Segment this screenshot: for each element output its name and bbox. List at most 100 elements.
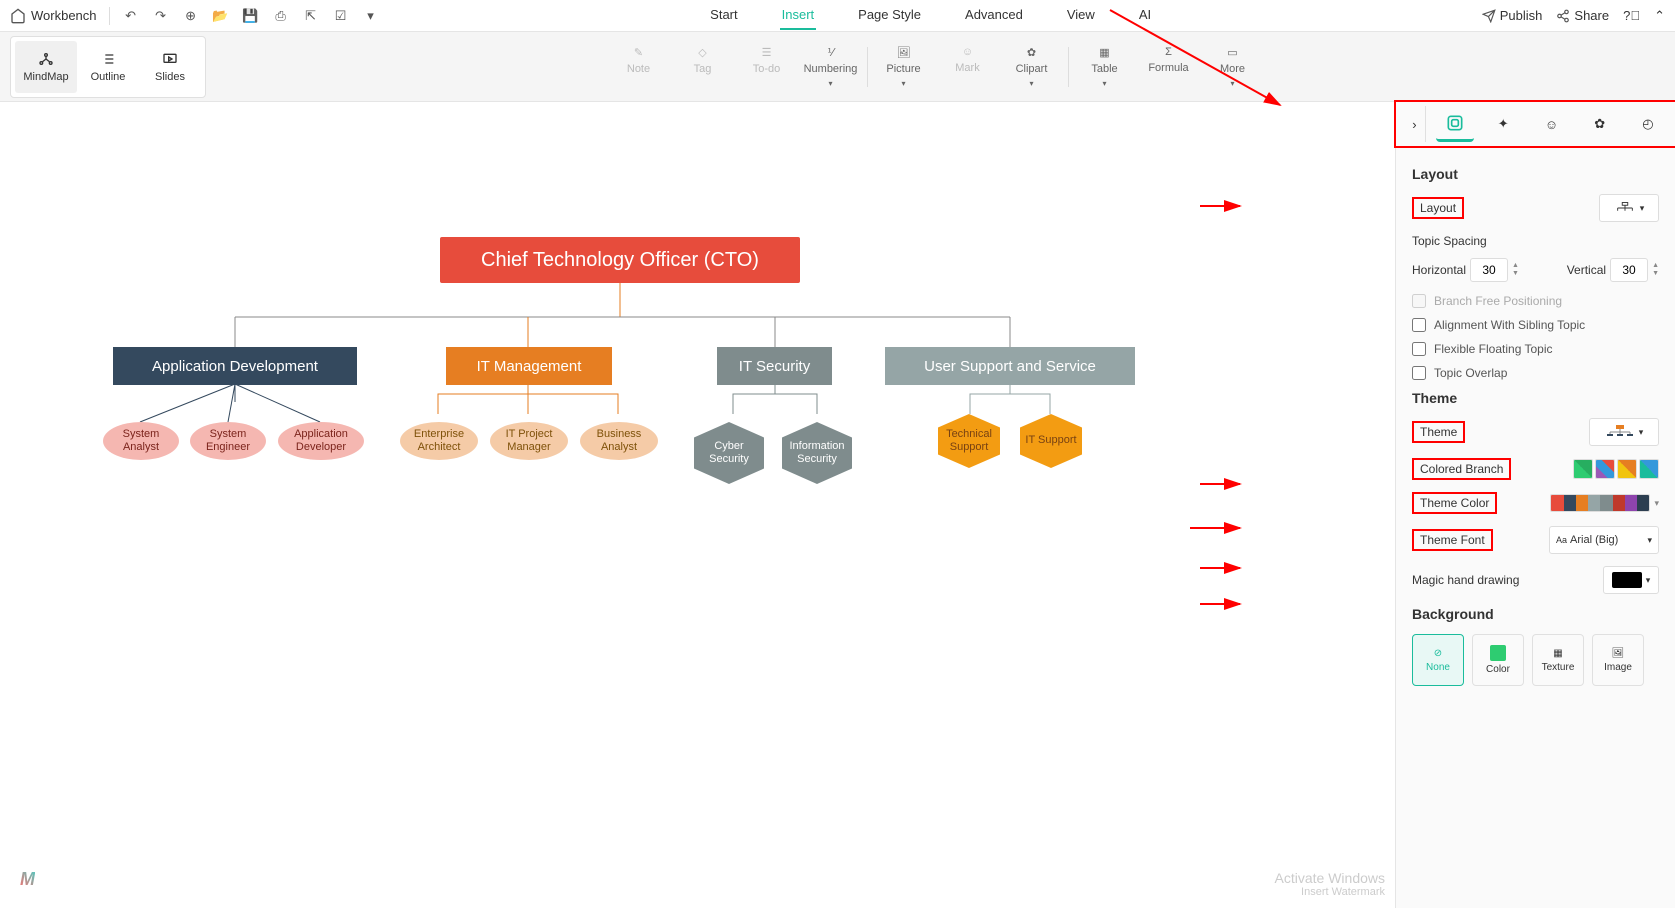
horizontal-input[interactable] [1470, 258, 1508, 282]
open-icon[interactable]: 📂 [212, 7, 230, 25]
formula-icon: Σ [1165, 46, 1172, 58]
view-mindmap[interactable]: MindMap [15, 41, 77, 93]
save-icon[interactable]: 💾 [242, 7, 260, 25]
redo-icon[interactable]: ↷ [152, 7, 170, 25]
view-outline[interactable]: Outline [77, 41, 139, 93]
node-leaf[interactable]: Cyber Security [694, 422, 764, 484]
node-leaf[interactable]: Enterprise Architect [400, 422, 478, 460]
more-icon: ▭ [1227, 46, 1237, 59]
share-qa-icon[interactable]: ☑ [332, 7, 350, 25]
tool-todo[interactable]: ☰To-do [735, 42, 799, 92]
vertical-input[interactable] [1610, 258, 1648, 282]
v-up[interactable]: ▲ [1652, 262, 1659, 270]
print-icon[interactable]: ⎙ [272, 7, 290, 25]
panel-tab-mark[interactable]: ☺ [1532, 106, 1570, 142]
more-qa-icon[interactable]: ▾ [362, 7, 380, 25]
texture-icon: ▦ [1553, 648, 1562, 659]
undo-icon[interactable]: ↶ [122, 7, 140, 25]
cb-overlap[interactable] [1412, 366, 1426, 380]
tool-numbering[interactable]: ⅟Numbering▾ [799, 42, 863, 92]
clock-icon: ◴ [1642, 116, 1653, 132]
tab-pagestyle[interactable]: Page Style [856, 1, 923, 30]
tab-advanced[interactable]: Advanced [963, 1, 1025, 30]
panel-tab-strip: › ✦ ☺ ✿ ◴ [1394, 100, 1675, 148]
mindmap-icon [36, 51, 56, 67]
tool-mark[interactable]: ☺Mark [936, 42, 1000, 92]
node-leaf[interactable]: Business Analyst [580, 422, 658, 460]
theme-preview-icon [1605, 424, 1635, 440]
node-leaf[interactable]: IT Project Manager [490, 422, 568, 460]
node-leaf[interactable]: Information Security [782, 422, 852, 484]
node-branch-2[interactable]: IT Management [446, 347, 612, 385]
tab-view[interactable]: View [1065, 1, 1097, 30]
tool-tag[interactable]: ◇Tag [671, 42, 735, 92]
node-branch-1[interactable]: Application Development [113, 347, 357, 385]
slides-icon [160, 51, 180, 67]
numbering-icon: ⅟ [827, 46, 833, 59]
tool-formula[interactable]: ΣFormula [1137, 42, 1201, 92]
export-icon[interactable]: ⇱ [302, 7, 320, 25]
node-root[interactable]: Chief Technology Officer (CTO) [440, 237, 800, 283]
cb-align-sibling[interactable] [1412, 318, 1426, 332]
palette-4[interactable] [1639, 459, 1659, 479]
cb-flex-float[interactable] [1412, 342, 1426, 356]
layout-select[interactable]: ▾ [1599, 194, 1659, 222]
mark-icon: ☺ [962, 46, 973, 58]
tool-clipart[interactable]: ✿Clipart▾ [1000, 42, 1064, 92]
collapse-up-icon[interactable]: ⌃ [1654, 8, 1665, 24]
canvas[interactable]: Chief Technology Officer (CTO) Applicati… [0, 102, 1395, 908]
image-icon: 🖼 [1612, 648, 1625, 659]
tab-insert[interactable]: Insert [780, 1, 817, 30]
view-slides[interactable]: Slides [139, 41, 201, 93]
toolbar: MindMap Outline Slides ✎Note ◇Tag ☰To-do… [0, 32, 1675, 102]
flower-icon: ✿ [1594, 116, 1605, 132]
magic-hand-select[interactable]: ▾ [1603, 566, 1659, 594]
theme-font-label: Theme Font [1412, 529, 1493, 551]
new-icon[interactable]: ⊕ [182, 7, 200, 25]
v-label: Vertical [1567, 263, 1606, 277]
layout-section-title: Layout [1412, 166, 1659, 182]
bg-none[interactable]: ⊘None [1412, 634, 1464, 686]
panel-collapse[interactable]: › [1404, 106, 1426, 142]
picture-icon: 🖼 [897, 46, 911, 59]
node-branch-4[interactable]: User Support and Service [885, 347, 1135, 385]
theme-select[interactable]: ▾ [1589, 418, 1659, 446]
bg-color[interactable]: Color [1472, 634, 1524, 686]
bg-image[interactable]: 🖼Image [1592, 634, 1644, 686]
share-button[interactable]: Share [1556, 8, 1609, 23]
node-leaf[interactable]: IT Support [1020, 414, 1082, 468]
publish-button[interactable]: Publish [1482, 8, 1543, 23]
theme-font-select[interactable]: AaArial (Big) ▾ [1549, 526, 1659, 554]
node-leaf[interactable]: Application Developer [278, 422, 364, 460]
panel-tab-layout[interactable] [1436, 106, 1474, 142]
cb-branch-free [1412, 294, 1426, 308]
node-leaf[interactable]: System Analyst [103, 422, 179, 460]
panel-tab-clipart[interactable]: ✿ [1581, 106, 1619, 142]
node-branch-3[interactable]: IT Security [717, 347, 832, 385]
clipart-icon: ✿ [1027, 46, 1036, 59]
tab-ai[interactable]: AI [1137, 1, 1153, 30]
tool-note[interactable]: ✎Note [607, 42, 671, 92]
tool-table[interactable]: ▦Table▾ [1073, 42, 1137, 92]
palette-3[interactable] [1617, 459, 1637, 479]
note-icon: ✎ [634, 46, 643, 59]
bg-texture[interactable]: ▦Texture [1532, 634, 1584, 686]
palette-2[interactable] [1595, 459, 1615, 479]
panel-tab-history[interactable]: ◴ [1629, 106, 1667, 142]
tool-picture[interactable]: 🖼Picture▾ [872, 42, 936, 92]
h-down[interactable]: ▼ [1512, 270, 1519, 278]
node-leaf[interactable]: Technical Support [938, 414, 1000, 468]
help-icon[interactable]: ?⃝ [1623, 8, 1640, 23]
palette-1[interactable] [1573, 459, 1593, 479]
workbench-link[interactable]: Workbench [10, 8, 97, 24]
panel-tab-style[interactable]: ✦ [1484, 106, 1522, 142]
node-leaf[interactable]: System Engineer [190, 422, 266, 460]
tool-more[interactable]: ▭More▾ [1201, 42, 1265, 92]
h-up[interactable]: ▲ [1512, 262, 1519, 270]
theme-color-select[interactable] [1550, 494, 1650, 512]
app-logo: M [20, 869, 35, 890]
sparkle-icon: ✦ [1498, 116, 1509, 132]
v-down[interactable]: ▼ [1652, 270, 1659, 278]
tab-start[interactable]: Start [708, 1, 739, 30]
table-icon: ▦ [1099, 46, 1109, 59]
